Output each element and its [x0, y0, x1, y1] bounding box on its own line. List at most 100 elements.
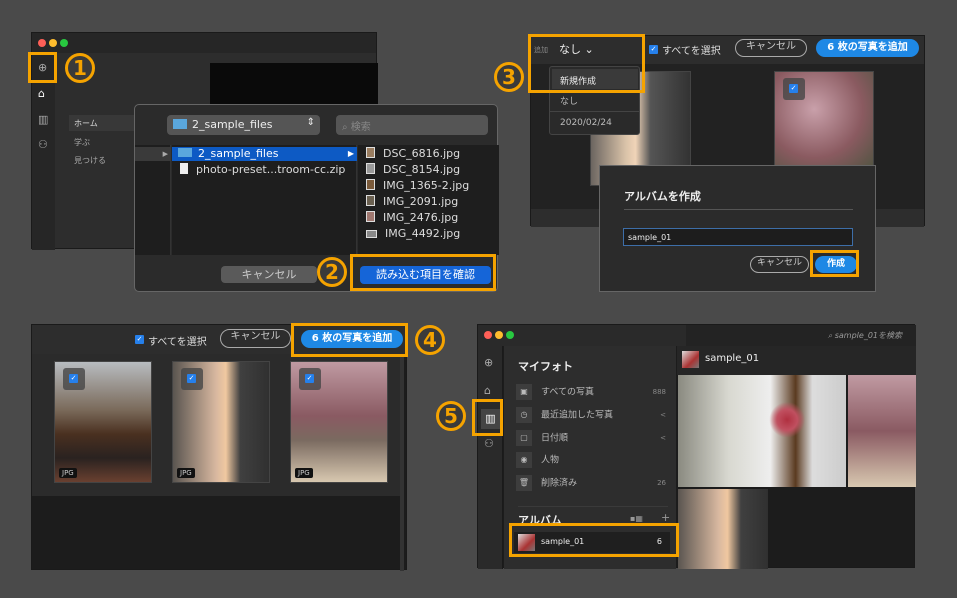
column-2: DSC_6816.jpg DSC_8154.jpg IMG_1365-2.jpg…: [358, 145, 499, 255]
photo-thumbnail[interactable]: ✓ JPG: [54, 361, 152, 483]
photo-thumbnail[interactable]: [678, 489, 768, 569]
file-item[interactable]: IMG_2091.jpg: [366, 195, 458, 208]
search-icon: ⌕: [827, 331, 835, 340]
image-thumbnail-icon: [366, 163, 375, 174]
file-name: IMG_2091.jpg: [383, 195, 459, 208]
scrollbar[interactable]: [400, 354, 404, 571]
item-label: 人物: [541, 455, 560, 466]
nav-learn[interactable]: 学ぶ: [74, 137, 90, 148]
expand-arrow-icon[interactable]: ▶: [135, 147, 171, 161]
people-icon[interactable]: ⚇: [484, 437, 494, 450]
file-type-badge: JPG: [177, 468, 195, 478]
file-item[interactable]: DSC_8154.jpg: [366, 163, 460, 176]
minimize-window-button[interactable]: [495, 331, 503, 339]
nav-home[interactable]: ホーム: [69, 115, 139, 131]
select-all-checkbox[interactable]: ✓: [135, 335, 144, 344]
photo-thumbnail[interactable]: ✓ JPG: [290, 361, 388, 483]
album-thumbnail: [682, 351, 699, 368]
file-type-badge: JPG: [59, 468, 77, 478]
item-count: 888: [652, 388, 666, 396]
expand-arrow-icon: ▶: [347, 149, 354, 158]
library-item-all-photos[interactable]: ▣ すべての写真 888: [516, 384, 666, 400]
minimize-window-button[interactable]: [49, 39, 57, 47]
album-header: sample_01: [677, 346, 916, 375]
library-icon[interactable]: ▥: [38, 113, 48, 126]
step-3-badge: 3: [494, 62, 524, 92]
file-item-zip[interactable]: photo-preset...troom-cc.zip: [180, 163, 345, 176]
photo-thumbnail[interactable]: ✓: [774, 71, 874, 166]
cancel-button[interactable]: キャンセル: [735, 39, 807, 57]
album-name-input[interactable]: sample_01: [623, 228, 853, 246]
image-thumbnail-icon: [366, 179, 375, 190]
folder-icon: [178, 148, 192, 157]
nav-discover[interactable]: 見つける: [74, 155, 106, 166]
my-photos-heading: マイフォト: [518, 360, 573, 373]
photo-checkbox[interactable]: ✓: [69, 374, 78, 383]
item-label: 最近追加した写真: [541, 410, 614, 421]
album-title: sample_01: [705, 353, 760, 364]
search-placeholder: sample_01を検索: [834, 331, 902, 340]
file-item[interactable]: IMG_4492.jpg: [366, 227, 460, 240]
people-icon[interactable]: ⚇: [38, 138, 48, 151]
location-popup[interactable]: 2_sample_files ⇕: [167, 115, 320, 135]
search-placeholder: 検索: [350, 122, 371, 133]
maximize-window-button[interactable]: [60, 39, 68, 47]
file-item[interactable]: DSC_6816.jpg: [366, 147, 460, 160]
file-type-badge: JPG: [295, 468, 313, 478]
photo-thumbnail[interactable]: [848, 375, 916, 487]
file-name: IMG_1365-2.jpg: [383, 179, 470, 192]
close-window-button[interactable]: [484, 331, 492, 339]
photo-checkbox[interactable]: ✓: [187, 374, 196, 383]
nav-label: ホーム: [74, 119, 98, 128]
select-all-label: すべてを選択: [148, 337, 207, 348]
location-label: 2_sample_files: [192, 118, 273, 131]
search-input[interactable]: ⌕ 検索: [336, 115, 488, 135]
folder-item-selected[interactable]: 2_sample_files ▶: [172, 147, 357, 161]
photo-thumbnail[interactable]: ✓ JPG: [172, 361, 270, 483]
image-thumbnail-icon: [366, 147, 375, 158]
photo-checkbox[interactable]: ✓: [789, 84, 798, 93]
library-item-recent[interactable]: ◷ 最近追加した写真 <: [516, 407, 666, 423]
step-4-badge: 4: [415, 325, 445, 355]
maximize-window-button[interactable]: [506, 331, 514, 339]
cancel-button[interactable]: キャンセル: [220, 329, 291, 348]
close-window-button[interactable]: [38, 39, 46, 47]
menu-item-date[interactable]: 2020/02/24: [560, 118, 612, 128]
image-thumbnail-icon: [366, 230, 377, 238]
library-item-people[interactable]: ◉ 人物: [516, 452, 666, 468]
add-photo-icon[interactable]: ⊕: [484, 356, 493, 369]
item-label: すべての写真: [541, 387, 595, 398]
step-5-badge: 5: [436, 401, 466, 431]
clock-icon: ◷: [516, 407, 532, 423]
library-item-by-date[interactable]: ▢ 日付順 <: [516, 430, 666, 446]
file-item[interactable]: IMG_1365-2.jpg: [366, 179, 469, 192]
home-icon[interactable]: ⌂: [484, 384, 491, 397]
view-toggle-icon[interactable]: ▪▦: [630, 514, 643, 523]
photo-checkbox[interactable]: ✓: [305, 374, 314, 383]
chevron-updown-icon: ⇕: [306, 117, 315, 128]
item-label: 削除済み: [541, 478, 578, 489]
menu-divider: [550, 111, 639, 112]
folder-icon: [173, 119, 187, 129]
highlight-confirm-button: [350, 254, 496, 291]
title-bar: ⌕ sample_01を検索: [478, 325, 916, 346]
calendar-icon: ▢: [516, 430, 532, 446]
item-count: <: [660, 434, 666, 442]
highlight-album-select: [528, 34, 645, 93]
folder-name: 2_sample_files: [198, 147, 279, 160]
home-icon[interactable]: ⌂: [38, 87, 45, 100]
dialog-title: アルバムを作成: [624, 190, 701, 203]
select-all-checkbox[interactable]: ✓: [649, 45, 658, 54]
item-count: 26: [657, 479, 666, 487]
library-item-deleted[interactable]: 🗑 削除済み 26: [516, 475, 666, 491]
photo-thumbnail[interactable]: [678, 375, 846, 487]
cancel-button[interactable]: キャンセル: [750, 256, 809, 273]
cancel-button[interactable]: キャンセル: [221, 266, 317, 283]
menu-item-none[interactable]: なし: [560, 94, 578, 107]
add-photos-button[interactable]: 6 枚の写真を追加: [816, 39, 919, 57]
title-bar: [32, 33, 376, 53]
file-item[interactable]: IMG_2476.jpg: [366, 211, 458, 224]
highlight-create-button: [810, 250, 859, 277]
search-input[interactable]: ⌕ sample_01を検索: [686, 325, 916, 346]
highlight-album-item: [509, 523, 679, 557]
